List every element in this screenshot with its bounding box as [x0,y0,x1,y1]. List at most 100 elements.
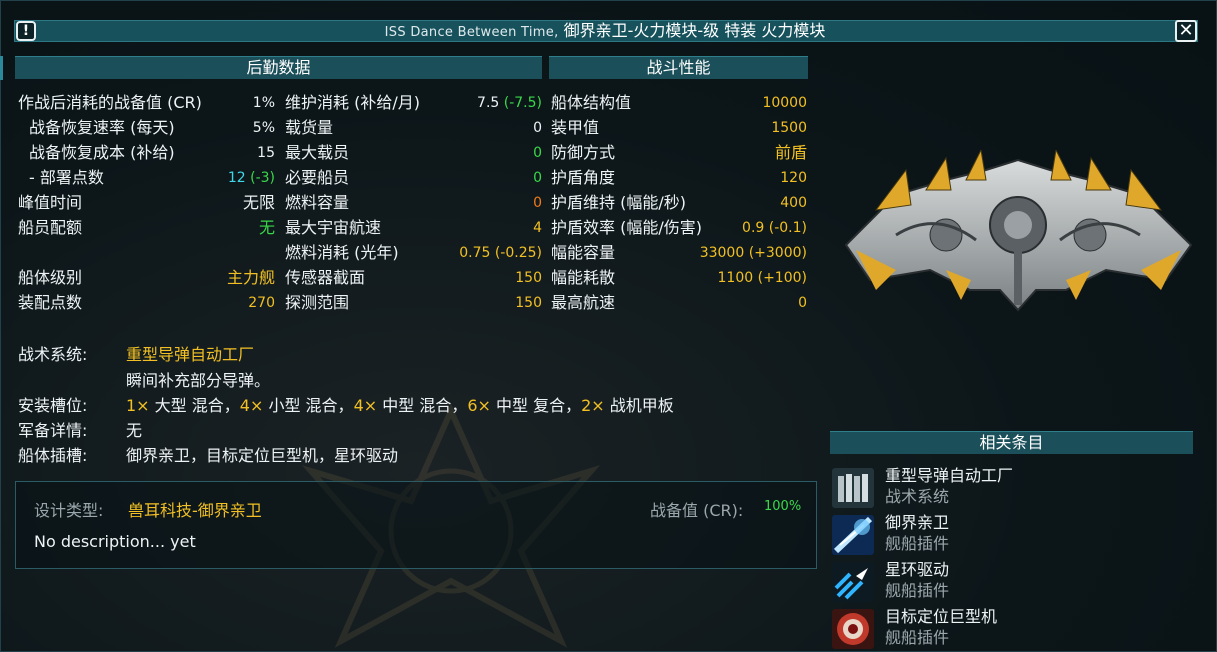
stat-row: 幅能容量 33000 (+3000) [551,241,807,265]
stat-row: 护盾维持 (幅能/秒) 400 [551,191,807,215]
related-item[interactable]: 御界亲卫 舰船插件 [832,513,1192,557]
slot-type: 小型 混合， [263,396,354,415]
shield-burst-icon [832,515,874,555]
stat-label: 护盾维持 (幅能/秒) [551,193,686,212]
stat-label: 探测范围 [285,293,350,312]
related-header: 相关条目 [830,431,1193,454]
stat-value: 150 [515,270,542,286]
stat-value: 0 [533,170,542,186]
stat-label: 必要船员 [285,168,350,187]
stat-value: 10000 [762,95,807,111]
stat-value-delta: (-7.5) [503,95,542,111]
related-item-title: 目标定位巨型机 [885,607,998,626]
ship-description: No description... yet [34,532,196,551]
stat-label: 燃料消耗 (光年) [285,243,399,262]
stat-row: - 部署点数 12 (-3) [29,166,275,190]
stat-row: 探测范围 150 [285,291,542,315]
related-item-subtitle: 舰船插件 [885,534,950,553]
stat-row: 燃料消耗 (光年) 0.75 (-0.25) [285,241,542,265]
slots-label: 安装槽位: [18,396,88,415]
stat-label: 最高航速 [551,293,616,312]
stat-label: 护盾效率 (幅能/伤害) [551,218,702,237]
stat-label: 峰值时间 [18,193,83,212]
related-item[interactable]: 目标定位巨型机 舰船插件 [832,607,1192,651]
warning-icon[interactable]: ! [16,21,36,41]
stat-value-main: 0.9 [742,220,765,236]
stat-value: 120 [780,170,807,186]
stat-label: 最大宇宙航速 [285,218,382,237]
ship-sprite [844,150,1193,312]
cr-label: 战备值 (CR): [650,501,744,520]
related-item[interactable]: 重型导弹自动工厂 战术系统 [832,466,1192,510]
armament-label: 军备详情: [18,421,88,440]
stat-value-delta: (-3) [250,170,275,186]
stat-label: 幅能容量 [551,243,616,262]
stat-value: 0 [533,145,542,161]
related-item-title: 重型导弹自动工厂 [885,466,1014,485]
stat-row: 船体结构值 10000 [551,91,807,115]
related-item[interactable]: 星环驱动 舰船插件 [832,560,1192,604]
stat-row: 燃料容量 0 [285,191,542,215]
stat-label: 防御方式 [551,143,616,162]
slot-type: 大型 混合， [149,396,240,415]
stat-label: 战备恢复成本 (补给) [29,143,175,162]
ship-title: ISS Dance Between Time, 御界亲卫-火力模块-级 特装 火… [40,21,1170,41]
stat-row: 峰值时间 无限 [18,191,275,215]
stat-value: 12 (-3) [228,166,275,190]
slot-type: 战机甲板 [604,396,674,415]
stat-row: 维护消耗 (补给/月) 7.5 (-7.5) [285,91,542,115]
stat-row: 最大宇宙航速 4 [285,216,542,240]
stat-value: 1% [252,95,275,111]
combat-header: 战斗性能 [549,56,808,79]
thruster-arrows-icon [832,562,874,602]
slot-count: 6× [467,396,491,415]
stat-label: 最大载员 [285,143,350,162]
stat-value-main: 12 [227,170,246,186]
logistics-header: 后勤数据 [15,56,542,79]
stat-row: 装配点数 270 [18,291,275,315]
tactical-system-value: 重型导弹自动工厂 [126,345,255,364]
design-type-value: 兽耳科技-御界亲卫 [128,501,262,520]
stat-value: 7.5 (-7.5) [477,91,542,115]
stat-value: 主力舰 [226,268,275,287]
slot-count: 2× [581,396,605,415]
stat-label: 载货量 [285,118,334,137]
stat-value: 15 [257,145,275,161]
stat-label: 船体级别 [18,268,83,287]
stat-row: 幅能耗散 1100 (+100) [551,266,807,290]
stat-value-delta: (+100) [757,270,807,286]
tactical-system-desc: 瞬间补充部分导弹。 [126,371,271,390]
related-item-subtitle: 舰船插件 [885,581,950,600]
stat-value: 5% [252,120,275,136]
hullmods-value: 御界亲卫，目标定位巨型机，星环驱动 [126,446,399,465]
stat-label: 船体结构值 [551,93,632,112]
missile-rack-icon [832,468,874,508]
stat-value: 0 [533,120,542,136]
slot-count: 1× [126,396,150,415]
stat-label: - 部署点数 [29,168,104,187]
armament-value: 无 [126,421,143,440]
stat-value: 1500 [771,120,807,136]
stat-value: 无限 [242,193,275,212]
stat-value-main: 7.5 [477,95,500,111]
ship-title-en: ISS Dance Between Time, [384,25,559,40]
stat-label: 装配点数 [18,293,83,312]
stat-value-main: 1100 [717,270,754,286]
stat-row: 载货量 0 [285,116,542,140]
stat-row: 传感器截面 150 [285,266,542,290]
stat-value-main: 33000 [699,245,745,261]
close-button[interactable]: ✕ [1175,20,1197,42]
stat-label: 传感器截面 [285,268,366,287]
stat-value: 150 [515,295,542,311]
stat-label: 幅能耗散 [551,268,616,287]
related-item-title: 御界亲卫 [885,513,950,532]
stat-value: 0 [533,195,542,211]
stat-label: 装甲值 [551,118,600,137]
design-box: 设计类型: 兽耳科技-御界亲卫 战备值 (CR): 100% No descri… [15,481,817,569]
stat-value: 33000 (+3000) [700,241,807,265]
hullmods-label: 船体插槽: [18,446,88,465]
stat-row: 战备恢复成本 (补给) 15 [29,141,275,165]
slot-type: 中型 复合， [490,396,582,415]
related-item-subtitle: 舰船插件 [885,628,950,647]
stat-value: 前盾 [774,143,807,162]
